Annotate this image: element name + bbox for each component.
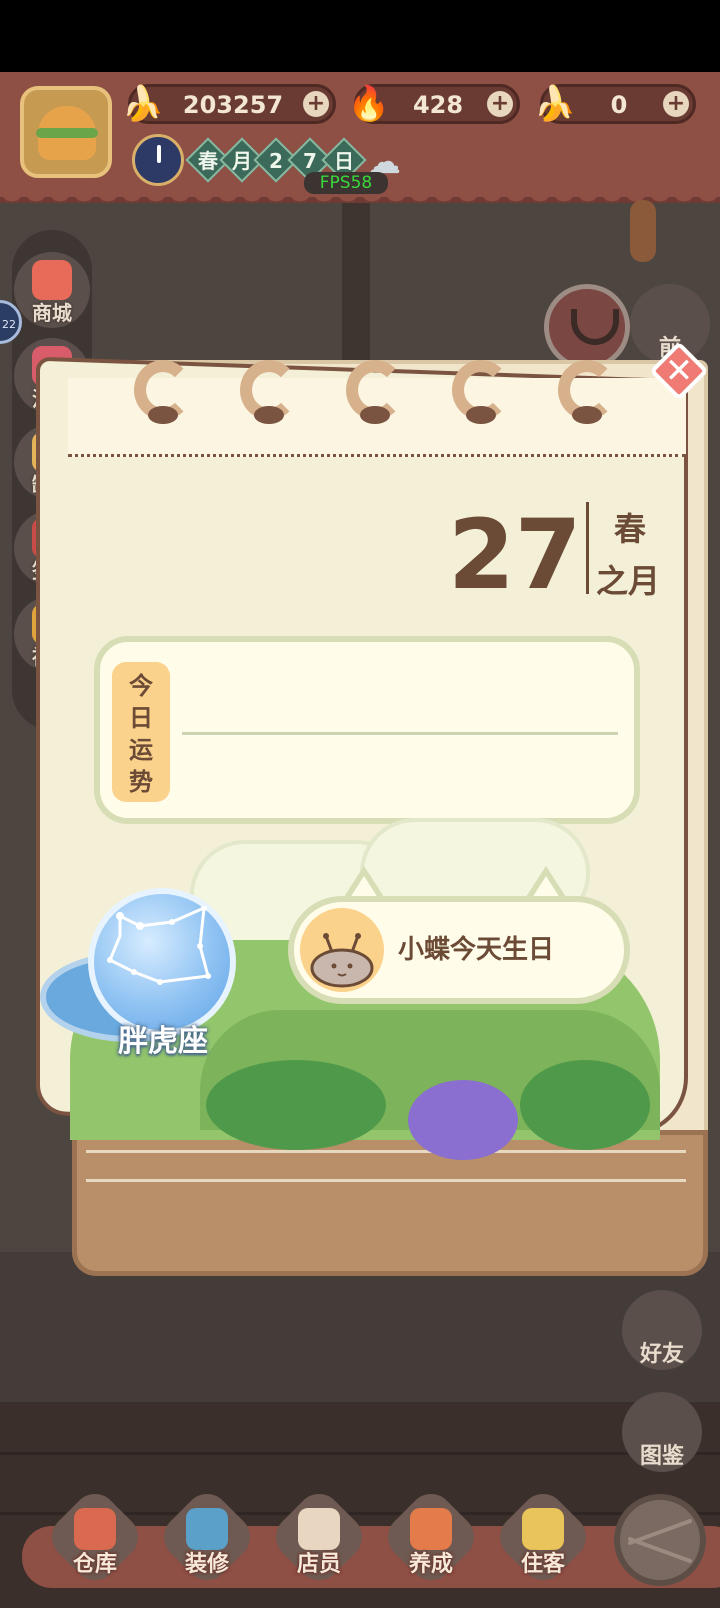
date-char: 2	[269, 149, 283, 173]
binder-ring	[340, 360, 410, 436]
fps-counter: FPS58	[304, 172, 388, 194]
skewer-icon	[630, 200, 656, 262]
brush-icon	[186, 1508, 228, 1550]
day-clock-icon[interactable]	[132, 134, 184, 186]
fortune-line	[182, 732, 618, 735]
staff-button[interactable]: 店员	[266, 1484, 372, 1590]
blue-banana-icon: 🍌	[533, 84, 577, 124]
blue-banana-amount: 0	[610, 91, 628, 119]
flame-currency: 🔥 428 +	[348, 84, 520, 124]
blue-banana-currency: 🍌 0 +	[534, 84, 696, 124]
calendar-month-word: 之月	[596, 562, 661, 600]
warehouse-button[interactable]: 仓库	[42, 1484, 148, 1590]
binder-ring	[552, 360, 622, 436]
constellation-name: 胖虎座	[118, 1024, 208, 1059]
add-banana-button[interactable]: +	[303, 91, 329, 117]
binder-ring	[446, 360, 516, 436]
blue-flame-icon: 🔥	[347, 84, 391, 124]
date-char: 月	[232, 149, 252, 173]
guests-label: 住客	[520, 1552, 565, 1577]
guest-icon	[522, 1508, 564, 1550]
berry-decoration	[408, 1080, 518, 1160]
date-char: 春	[198, 149, 218, 173]
calendar-season: 春	[614, 510, 647, 548]
calendar-page-stack	[86, 1150, 686, 1182]
date-divider	[586, 502, 589, 594]
binder-ring	[234, 360, 304, 436]
nurture-button[interactable]: 养成	[378, 1484, 484, 1590]
constellation-icon	[107, 906, 211, 985]
collection-button[interactable]: 图鉴	[622, 1392, 702, 1472]
birthday-text: 小蝶今天生日	[398, 935, 555, 965]
shop-label: 商城	[32, 301, 72, 325]
close-button[interactable]: ✕	[649, 341, 709, 401]
nurture-label: 养成	[408, 1552, 453, 1577]
warehouse-label: 仓库	[72, 1552, 117, 1577]
boomerang-button[interactable]	[544, 284, 630, 370]
shop-icon	[32, 260, 72, 300]
friends-button[interactable]: 好友	[622, 1290, 702, 1370]
shop-button[interactable]: 商城	[14, 252, 90, 328]
banana-currency: 🍌 203257 +	[122, 84, 336, 124]
fortune-label: 今日运势	[129, 672, 153, 796]
calendar-day-number: 27	[448, 499, 582, 611]
status-bar	[0, 0, 720, 72]
bush-decoration	[520, 1060, 650, 1150]
cat-heart-icon	[410, 1508, 452, 1550]
decorate-label: 装修	[184, 1552, 229, 1577]
add-blue-banana-button[interactable]: +	[663, 91, 689, 117]
add-flame-button[interactable]: +	[487, 91, 513, 117]
collection-label: 图鉴	[639, 1444, 684, 1469]
decorate-button[interactable]: 装修	[154, 1484, 260, 1590]
guests-button[interactable]: 住客	[490, 1484, 596, 1590]
staff-label: 店员	[296, 1552, 341, 1577]
close-icon: ✕	[664, 351, 694, 391]
flame-amount: 428	[412, 91, 464, 119]
cat-staff-icon	[298, 1508, 340, 1550]
player-avatar[interactable]	[20, 86, 112, 178]
friends-label: 好友	[639, 1342, 684, 1367]
warehouse-icon	[74, 1508, 116, 1550]
bush-decoration	[206, 1060, 386, 1150]
binder-ring	[128, 360, 198, 436]
yarn-ball-button[interactable]	[614, 1494, 706, 1586]
banana-amount: 203257	[182, 91, 284, 119]
daily-fortune-box	[94, 636, 640, 824]
banana-coin-icon: 🍌	[121, 84, 165, 124]
slug-character-icon	[310, 933, 374, 988]
